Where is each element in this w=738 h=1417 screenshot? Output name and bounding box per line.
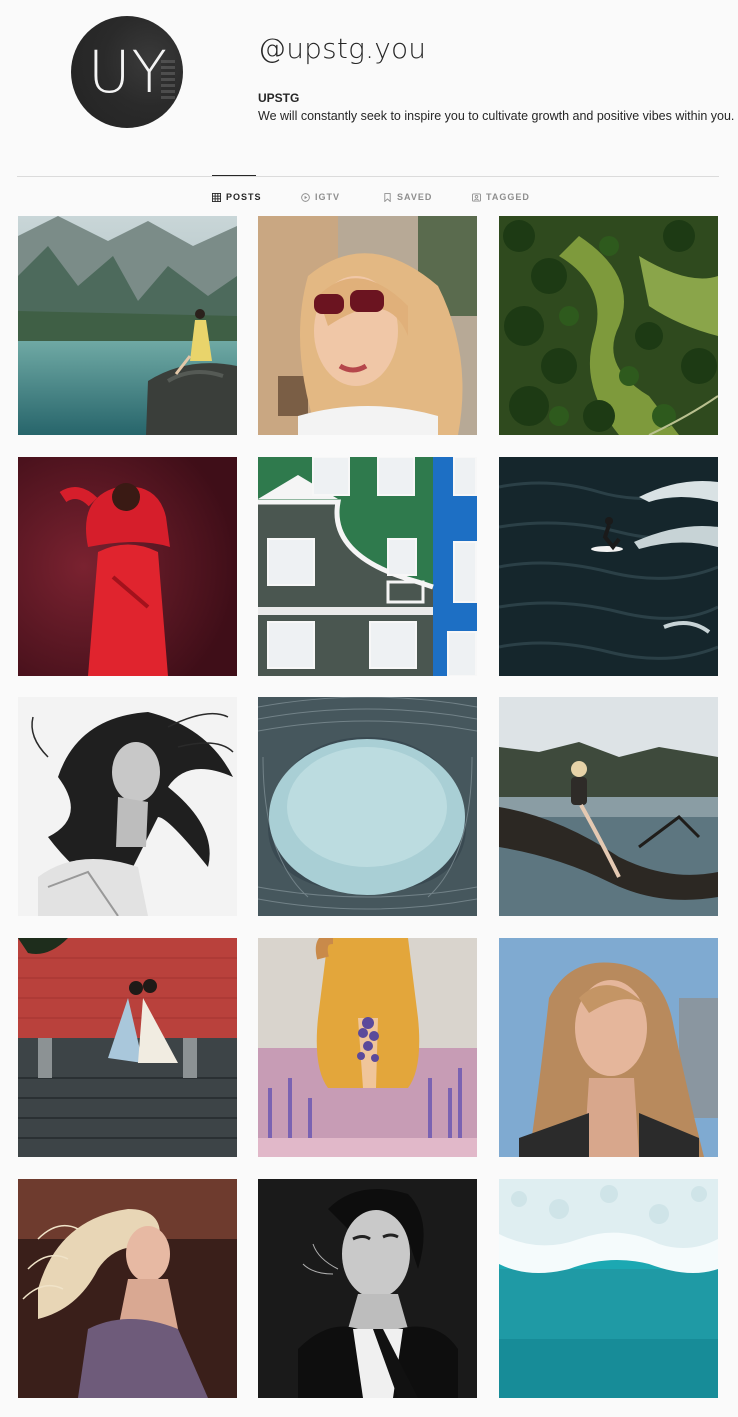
post-thumbnail-bw-windblown-hair[interactable] [18,697,237,916]
post-thumbnail-red-dress[interactable] [18,457,237,676]
active-tab-indicator [212,175,256,176]
profile-full-name: UPSTG [258,91,300,105]
tab-posts[interactable]: POSTS [212,190,262,204]
tab-igtv[interactable]: IGTV [301,190,340,204]
tab-saved[interactable]: SAVED [383,190,432,204]
post-thumbnail-yellow-dress-lavender[interactable] [258,938,477,1157]
play-circle-icon [301,192,310,202]
tab-tagged[interactable]: TAGGED [472,190,530,204]
profile-page: UY @upstg.you UPSTG We will constantly s… [0,0,738,1417]
tab-posts-label: POSTS [226,192,262,202]
post-thumbnail-architecture-ring[interactable] [258,697,477,916]
bookmark-icon [384,192,391,202]
post-thumbnail-mountain-lake[interactable] [18,216,237,435]
profile-bio: We will constantly seek to inspire you t… [258,109,735,123]
profile-avatar[interactable]: UY [71,16,183,128]
tabs-divider [17,176,719,177]
post-thumbnail-blonde-windblown[interactable] [18,1179,237,1398]
post-thumbnail-woman-on-tree[interactable] [499,697,718,916]
tab-igtv-label: IGTV [315,192,341,202]
post-thumbnail-surfer-ocean[interactable] [499,457,718,676]
post-thumbnail-building-facades[interactable] [258,457,477,676]
tab-saved-label: SAVED [397,192,433,202]
post-thumbnail-turquoise-ocean[interactable] [499,1179,718,1398]
grid-icon [212,192,221,202]
tab-tagged-label: TAGGED [486,192,530,202]
post-thumbnail-aerial-forest[interactable] [499,216,718,435]
post-thumbnail-woman-suit-smoke[interactable] [258,1179,477,1398]
avatar-monogram: UY [88,38,168,106]
profile-username: @upstg.you [258,32,427,65]
post-thumbnail-blonde-sunglasses[interactable] [258,216,477,435]
post-thumbnail-long-hair-portrait[interactable] [499,938,718,1157]
tag-person-icon [472,192,481,202]
post-thumbnail-couple-red-wall[interactable] [18,938,237,1157]
